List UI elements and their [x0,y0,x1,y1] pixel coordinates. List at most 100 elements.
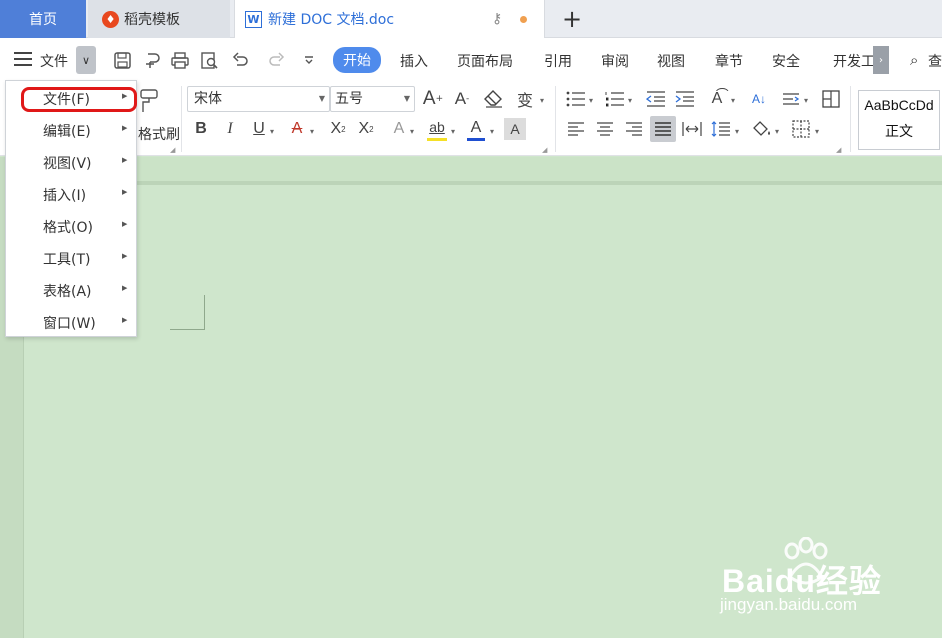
page-margin-corner-mark [170,295,205,330]
submenu-arrow-icon: ▶ [122,252,128,260]
chevron-down-icon[interactable]: ▾ [540,96,544,105]
shading-bucket-icon[interactable] [751,118,773,140]
text-box-icon[interactable] [820,88,842,110]
tab-daoke-template[interactable]: ♦ 稻壳模板 [88,0,230,38]
format-painter-label[interactable]: 格式刷 [138,124,180,144]
separator [555,86,556,152]
file-menu-label[interactable]: 文件 [40,51,68,71]
chevron-down-icon[interactable]: ▾ [628,96,632,105]
menu-item-insert[interactable]: 插入(I) ▶ [6,179,136,211]
ribbon-scroll-right-button[interactable]: › [873,46,889,74]
bullet-list-icon[interactable] [565,88,587,110]
subscript-icon[interactable]: X2 [355,118,377,140]
chevron-down-icon[interactable]: ▾ [589,96,593,105]
clipboard-group-corner-icon[interactable]: ◢ [170,146,175,154]
borders-icon[interactable] [790,118,812,140]
export-pdf-icon[interactable] [142,50,162,70]
show-hide-marks-icon[interactable] [780,88,802,110]
menu-tab-start[interactable]: 开始 [333,47,381,73]
tab-document[interactable]: W 新建 DOC 文档.doc ⚷ [234,0,545,38]
menu-tab-references[interactable]: 引用 [544,51,572,71]
menu-item-table[interactable]: 表格(A) ▶ [6,275,136,307]
undo-icon[interactable] [230,50,250,70]
increase-font-size-icon[interactable]: A + [422,88,444,110]
align-right-icon[interactable] [623,118,645,140]
align-center-icon[interactable] [594,118,616,140]
menu-tab-page-layout[interactable]: 页面布局 [457,51,513,71]
chevron-down-icon[interactable]: ▾ [310,127,314,136]
change-case-icon[interactable]: A͡ [706,88,728,110]
menu-item-edit[interactable]: 编辑(E) ▶ [6,115,136,147]
menu-item-window[interactable]: 窗口(W) ▶ [6,307,136,339]
menu-item-format[interactable]: 格式(O) ▶ [6,211,136,243]
menu-tab-search[interactable]: 查 [928,51,942,71]
format-painter-icon[interactable] [136,86,162,116]
superscript-icon[interactable]: X2 [327,118,349,140]
print-icon[interactable] [170,50,190,70]
font-family-select[interactable]: 宋体 ▼ [187,86,330,112]
line-spacing-icon[interactable] [710,118,732,140]
key-icon[interactable]: ⚷ [492,11,502,27]
chevron-down-icon[interactable]: ▾ [731,96,735,105]
chevron-down-icon: ▼ [403,94,410,103]
print-preview-icon[interactable] [199,50,219,70]
font-size-select[interactable]: 五号 ▼ [330,86,415,112]
font-group-corner-icon[interactable]: ◢ [542,146,547,154]
customize-toolbar-icon[interactable] [299,50,319,70]
chevron-down-icon[interactable]: ▾ [804,96,808,105]
align-left-icon[interactable] [565,118,587,140]
bold-icon[interactable]: B [190,118,212,140]
font-family-value: 宋体 [194,91,222,107]
chevron-down-icon[interactable]: ▾ [490,127,494,136]
chevron-down-icon[interactable]: ▾ [451,127,455,136]
chevron-down-icon[interactable]: ▾ [410,127,414,136]
highlight-color-icon[interactable]: ab [426,116,448,138]
character-shading-icon[interactable]: A [504,118,526,140]
chevron-down-icon[interactable]: ▾ [270,127,274,136]
file-menu-dropdown-button[interactable]: ∨ [76,46,96,74]
menu-item-label: 视图(V) [43,156,92,172]
clear-formatting-eraser-icon[interactable] [483,88,505,110]
style-gallery-normal[interactable]: AaBbCcDd 正文 [858,90,940,150]
menu-item-tools[interactable]: 工具(T) ▶ [6,243,136,275]
search-icon[interactable]: ⌕ [910,51,918,69]
chevron-down-icon[interactable]: ▾ [815,127,819,136]
increase-indent-icon[interactable] [674,88,696,110]
submenu-arrow-icon: ▶ [122,284,128,292]
phonetic-guide-icon[interactable]: 变 [514,88,536,110]
distributed-align-icon[interactable] [681,118,703,140]
unsaved-dot-icon [520,16,527,23]
new-tab-plus-icon[interactable]: + [562,5,582,33]
chevron-down-icon[interactable]: ▾ [735,127,739,136]
separator [181,86,182,152]
menu-tab-developer[interactable]: 开发工 [833,51,873,71]
decrease-font-size-icon[interactable]: A- [451,88,473,110]
underline-icon[interactable]: U [248,118,270,140]
menu-item-label: 编辑(E) [43,124,91,140]
sort-icon[interactable]: A↓ [748,88,770,110]
menu-tab-chapter[interactable]: 章节 [715,51,743,71]
menu-tab-security[interactable]: 安全 [772,51,800,71]
italic-icon[interactable]: I [219,118,241,140]
chevron-down-icon[interactable]: ▾ [775,127,779,136]
hamburger-menu-icon[interactable] [14,52,32,66]
word-doc-icon: W [245,10,262,28]
numbered-list-icon[interactable] [604,88,626,110]
menu-tab-view[interactable]: 视图 [657,51,685,71]
save-icon[interactable] [112,50,132,70]
submenu-arrow-icon: ▶ [122,220,128,228]
strikethrough-icon[interactable]: A [286,118,308,140]
watermark-url: jingyan.baidu.com [720,595,858,614]
text-effect-icon[interactable]: A [388,118,410,140]
menu-tab-insert[interactable]: 插入 [400,51,428,71]
menu-tab-review[interactable]: 审阅 [601,51,629,71]
font-color-icon[interactable]: A [465,117,487,139]
justify-icon[interactable] [650,116,676,142]
decrease-indent-icon[interactable] [645,88,667,110]
submenu-arrow-icon: ▶ [122,124,128,132]
menu-row: 文件 ∨ ▾ ▾ 开始 插入 页面布局 引用 审阅 视图 章节 安全 开发工 ›… [0,38,942,104]
tab-home[interactable]: 首页 [0,0,86,38]
redo-icon[interactable] [266,50,286,70]
menu-item-view[interactable]: 视图(V) ▶ [6,147,136,179]
paragraph-group-corner-icon[interactable]: ◢ [836,146,841,154]
